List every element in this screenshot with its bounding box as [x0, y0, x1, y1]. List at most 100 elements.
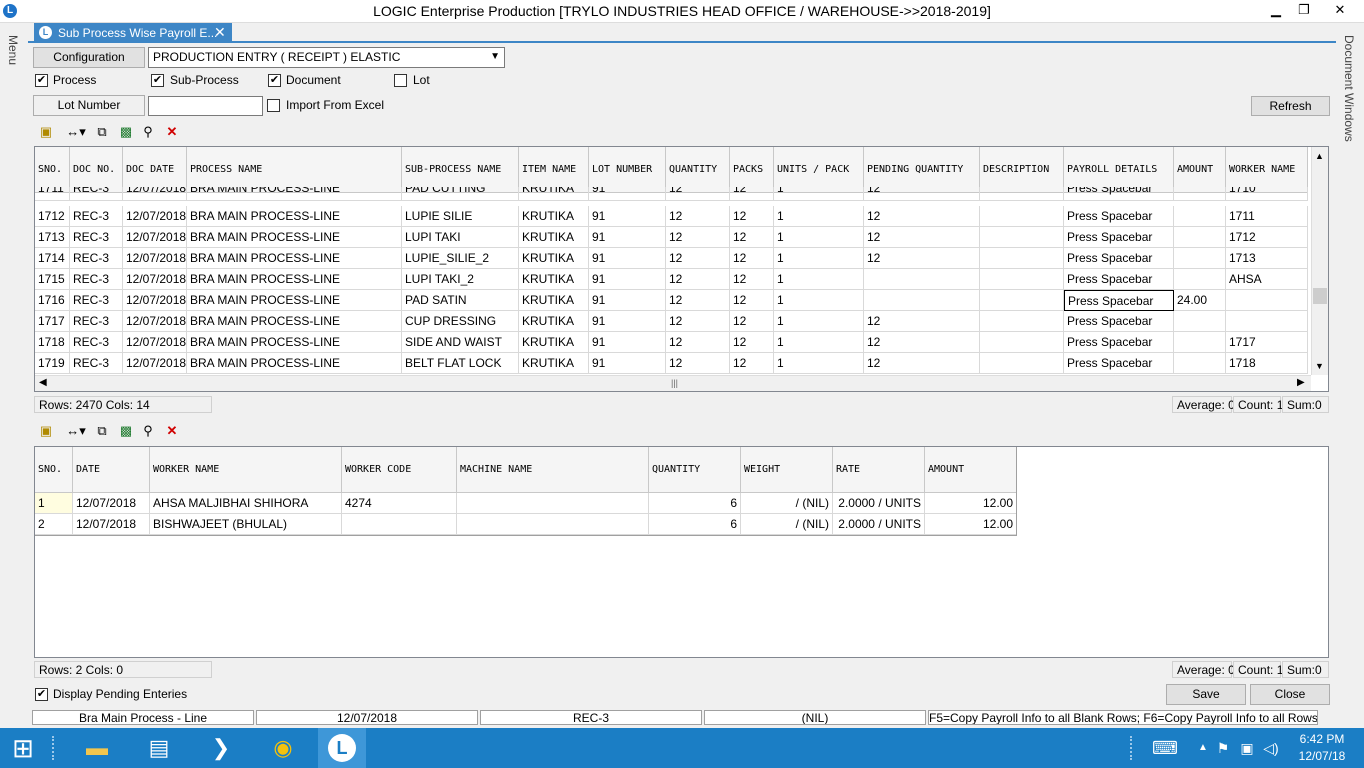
- table-cell[interactable]: 1: [774, 311, 864, 332]
- table-cell[interactable]: Press Spacebar: [1064, 206, 1174, 227]
- table-cell[interactable]: [1174, 269, 1226, 290]
- table-cell[interactable]: [980, 227, 1064, 248]
- table-cell[interactable]: AHSA MALJIBHAI SHIHORA: [150, 493, 342, 514]
- table-cell[interactable]: [1174, 248, 1226, 269]
- table-cell[interactable]: BRA MAIN PROCESS-LINE: [187, 248, 402, 269]
- grid1-partial-cell[interactable]: 1: [774, 187, 864, 201]
- table-cell[interactable]: 12: [730, 206, 774, 227]
- table-cell[interactable]: BRA MAIN PROCESS-LINE: [187, 206, 402, 227]
- process-checkbox[interactable]: ✔: [35, 74, 48, 87]
- find-icon[interactable]: ⚲: [140, 423, 156, 439]
- menu-label[interactable]: Menu: [6, 35, 20, 65]
- table-cell[interactable]: KRUTIKA: [519, 206, 589, 227]
- table-cell[interactable]: 12/07/2018: [73, 493, 150, 514]
- grid2-header-2[interactable]: WORKER NAME: [150, 447, 342, 493]
- table-cell[interactable]: 91: [589, 311, 666, 332]
- table-cell[interactable]: 12: [864, 332, 980, 353]
- table-cell[interactable]: 24.00: [1174, 290, 1226, 311]
- table-cell[interactable]: 1712: [1226, 227, 1308, 248]
- table-cell[interactable]: 12: [666, 311, 730, 332]
- grid1-partial-cell[interactable]: BRA MAIN PROCESS-LINE: [187, 187, 402, 201]
- table-cell[interactable]: 12: [730, 269, 774, 290]
- clock-time[interactable]: 6:42 PM: [1290, 732, 1354, 746]
- table-cell[interactable]: 6: [649, 514, 741, 535]
- table-row-sno[interactable]: 1712: [35, 206, 70, 227]
- table-cell[interactable]: 6: [649, 493, 741, 514]
- logic-app-taskbar-button[interactable]: L: [318, 728, 366, 768]
- grid1-partial-cell[interactable]: 1710: [1226, 187, 1308, 201]
- table-cell[interactable]: 12: [666, 206, 730, 227]
- table-cell[interactable]: 1713: [1226, 248, 1308, 269]
- table-cell[interactable]: KRUTIKA: [519, 353, 589, 374]
- table-cell[interactable]: 1: [774, 248, 864, 269]
- save-button[interactable]: Save: [1166, 684, 1246, 705]
- table-cell[interactable]: [1174, 206, 1226, 227]
- table-cell[interactable]: BRA MAIN PROCESS-LINE: [187, 227, 402, 248]
- table-cell[interactable]: LUPIE SILIE: [402, 206, 519, 227]
- table-cell[interactable]: 91: [589, 290, 666, 311]
- table-cell[interactable]: / (NIL): [741, 493, 833, 514]
- table-cell[interactable]: 12: [730, 227, 774, 248]
- table-cell[interactable]: KRUTIKA: [519, 269, 589, 290]
- table-cell[interactable]: 12/07/2018: [123, 290, 187, 311]
- hscroll-grip-icon[interactable]: |||: [671, 378, 678, 388]
- table-cell[interactable]: 12.00: [925, 514, 1017, 535]
- table-cell[interactable]: 12: [864, 353, 980, 374]
- table-cell[interactable]: REC-3: [70, 353, 123, 374]
- table-row-sno[interactable]: 1714: [35, 248, 70, 269]
- subprocess-checkbox[interactable]: ✔: [151, 74, 164, 87]
- save-layout-icon[interactable]: ▣: [38, 124, 54, 140]
- document-checkbox[interactable]: ✔: [268, 74, 281, 87]
- table-cell[interactable]: BRA MAIN PROCESS-LINE: [187, 332, 402, 353]
- table-cell[interactable]: 1711: [1226, 206, 1308, 227]
- table-row-sno[interactable]: 1715: [35, 269, 70, 290]
- table-cell[interactable]: 91: [589, 332, 666, 353]
- find-icon[interactable]: ⚲: [140, 124, 156, 140]
- table-cell[interactable]: Press Spacebar: [1064, 332, 1174, 353]
- table-cell[interactable]: / (NIL): [741, 514, 833, 535]
- grid1-partial-cell[interactable]: Press Spacebar: [1064, 187, 1174, 201]
- table-cell[interactable]: [1174, 311, 1226, 332]
- table-cell[interactable]: 12: [730, 353, 774, 374]
- table-cell[interactable]: [864, 290, 980, 311]
- grid1-partial-cell[interactable]: PAD CUTTING: [402, 187, 519, 201]
- close-button[interactable]: Close: [1250, 684, 1330, 705]
- windows-start-icon[interactable]: ⊞: [6, 732, 40, 764]
- table-cell[interactable]: Press Spacebar: [1064, 248, 1174, 269]
- table-cell[interactable]: PAD SATIN: [402, 290, 519, 311]
- table-cell[interactable]: 2.0000 / UNITS: [833, 493, 925, 514]
- grid2-header-6[interactable]: WEIGHT: [741, 447, 833, 493]
- table-cell[interactable]: BRA MAIN PROCESS-LINE: [187, 269, 402, 290]
- table-cell[interactable]: REC-3: [70, 290, 123, 311]
- table-cell[interactable]: 12: [666, 353, 730, 374]
- table-cell[interactable]: 1: [774, 353, 864, 374]
- table-cell[interactable]: CUP DRESSING: [402, 311, 519, 332]
- save-layout-icon[interactable]: ▣: [38, 423, 54, 439]
- server-manager-icon[interactable]: ▤: [142, 732, 176, 764]
- excel-export-icon[interactable]: ▩: [118, 423, 134, 439]
- table-cell[interactable]: BRA MAIN PROCESS-LINE: [187, 353, 402, 374]
- table-row-sno[interactable]: 1: [35, 493, 73, 514]
- table-cell[interactable]: 4274: [342, 493, 457, 514]
- grid1-partial-cell[interactable]: 12: [864, 187, 980, 201]
- document-windows-bar[interactable]: Document Windows: [1336, 23, 1364, 727]
- volume-icon[interactable]: ◁): [1254, 732, 1288, 764]
- grid1-partial-cell[interactable]: 1711: [35, 187, 70, 201]
- refresh-button[interactable]: Refresh: [1251, 96, 1330, 116]
- display-pending-checkbox[interactable]: ✔: [35, 688, 48, 701]
- table-cell[interactable]: KRUTIKA: [519, 311, 589, 332]
- document-windows-label[interactable]: Document Windows: [1342, 35, 1356, 142]
- table-cell[interactable]: KRUTIKA: [519, 227, 589, 248]
- table-cell[interactable]: AHSA: [1226, 269, 1308, 290]
- table-cell[interactable]: 12: [666, 248, 730, 269]
- table-cell[interactable]: 12.00: [925, 493, 1017, 514]
- table-cell[interactable]: Press Spacebar: [1064, 353, 1174, 374]
- table-cell[interactable]: BELT FLAT LOCK: [402, 353, 519, 374]
- table-cell[interactable]: 1: [774, 332, 864, 353]
- table-cell[interactable]: KRUTIKA: [519, 332, 589, 353]
- close-window-button[interactable]: ✕: [1326, 0, 1354, 20]
- grid2-header-8[interactable]: AMOUNT: [925, 447, 1017, 493]
- table-cell[interactable]: [1174, 332, 1226, 353]
- table-cell[interactable]: REC-3: [70, 311, 123, 332]
- table-cell[interactable]: 12/07/2018: [123, 332, 187, 353]
